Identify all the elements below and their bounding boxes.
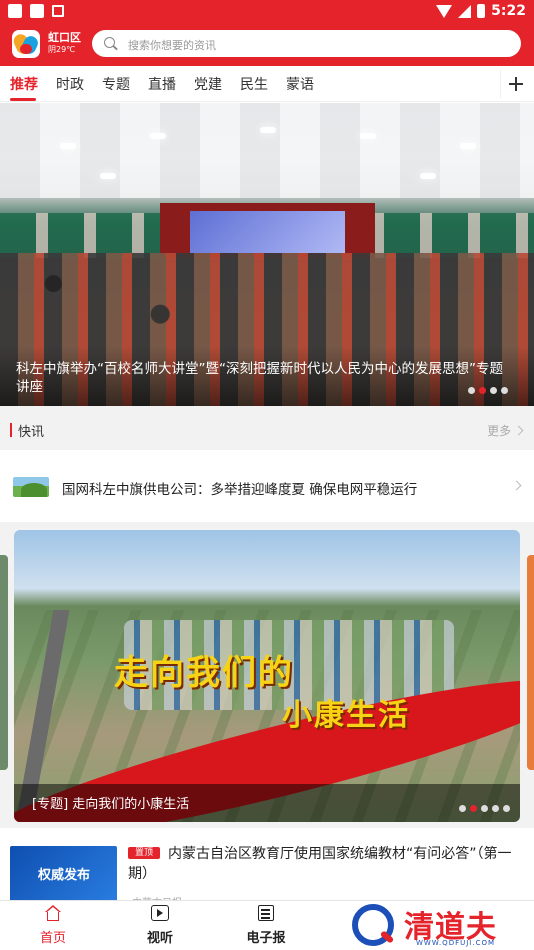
wifi-icon xyxy=(436,4,453,18)
carousel-dot xyxy=(459,805,466,812)
carousel-dot-active xyxy=(470,805,477,812)
search-header: 虹口区 阴29℃ 搜索你想要的资讯 xyxy=(0,26,534,62)
tab-mongolian[interactable]: 蒙语 xyxy=(286,74,314,94)
notification-icon xyxy=(52,5,64,17)
search-input[interactable]: 搜索你想要的资讯 xyxy=(92,30,521,57)
chevron-right-icon xyxy=(511,480,522,491)
tab-topics[interactable]: 专题 xyxy=(102,74,130,94)
watermark-url: WWW.QDFUJI.COM xyxy=(416,939,496,947)
weather-text: 阴29℃ xyxy=(48,45,76,54)
flash-news-item[interactable]: 国网科左中旗供电公司：多举措迎峰度夏 确保电网平稳运行 xyxy=(0,450,534,522)
carousel-dots xyxy=(468,387,508,394)
tab-live[interactable]: 直播 xyxy=(148,74,176,94)
notification-icon xyxy=(8,4,22,18)
prev-banner-card[interactable] xyxy=(0,555,8,770)
feature-banner[interactable]: 走向我们的 小康生活 [专题] 走向我们的小康生活 xyxy=(14,530,520,822)
status-time: 5:22 xyxy=(491,3,526,19)
channel-tabs: 推荐 时政 专题 直播 党建 民生 蒙语 xyxy=(0,66,534,102)
hero-caption: 科左中旗举办“百校名师大讲堂”暨“深刻把握新时代以人民为中心的发展思想”专题讲座 xyxy=(16,361,503,395)
tab-livelihood[interactable]: 民生 xyxy=(240,74,268,94)
landscape-thumbnail xyxy=(13,477,49,497)
location-name: 虹口区 xyxy=(48,31,81,44)
tab-party[interactable]: 党建 xyxy=(194,74,222,94)
status-right: 5:22 xyxy=(436,1,526,21)
hero-carousel[interactable]: 科左中旗举办“百校名师大讲堂”暨“深刻把握新时代以人民为中心的发展思想”专题讲座 xyxy=(0,103,534,406)
banner-slogan: 小康生活 xyxy=(282,698,410,733)
next-banner-card[interactable] xyxy=(527,555,534,770)
search-icon xyxy=(104,37,115,48)
active-tab-indicator xyxy=(10,98,36,101)
signal-icon xyxy=(458,4,472,18)
watermark-logo: 清道夫 WWW.QDFUJI.COM xyxy=(352,902,527,948)
flash-news-title: 快讯 xyxy=(18,425,45,440)
flash-news-text: 国网科左中旗供电公司：多举措迎峰度夏 确保电网平稳运行 xyxy=(62,482,418,498)
nav-epaper[interactable]: 电子报 xyxy=(226,905,306,946)
nav-home[interactable]: 首页 xyxy=(13,905,93,946)
news-title: 内蒙古自治区教育厅使用国家统编教材“有问必答”（第一期） xyxy=(128,846,512,882)
battery-icon xyxy=(477,4,486,18)
banner-slogan: 走向我们的 xyxy=(114,653,294,693)
carousel-dot xyxy=(492,805,499,812)
thumbnail-text: 权威发布 xyxy=(38,868,91,883)
news-item[interactable]: 权威发布 置顶 内蒙古自治区教育厅使用国家统编教材“有问必答”（第一期） 内蒙古… xyxy=(0,828,534,909)
tab-recommend[interactable]: 推荐 xyxy=(10,74,38,94)
search-placeholder: 搜索你想要的资讯 xyxy=(128,39,216,52)
carousel-dot xyxy=(468,387,475,394)
location-weather[interactable]: 虹口区 阴29℃ xyxy=(48,31,81,56)
stage-screen xyxy=(190,211,345,253)
chevron-right-icon xyxy=(513,425,524,436)
app-header: 5:22 虹口区 阴29℃ 搜索你想要的资讯 xyxy=(0,0,534,66)
carousel-dot xyxy=(481,805,488,812)
video-icon xyxy=(151,905,169,921)
status-bar: 5:22 xyxy=(0,0,534,22)
carousel-dot xyxy=(490,387,497,394)
notification-icon xyxy=(30,4,44,18)
watermark-q-icon xyxy=(352,904,394,946)
flash-news-header: 快讯 更多 xyxy=(0,406,534,450)
add-channel-icon[interactable] xyxy=(500,70,528,98)
home-icon xyxy=(44,905,62,921)
tab-politics[interactable]: 时政 xyxy=(56,74,84,94)
carousel-dot-active xyxy=(479,387,486,394)
newspaper-icon xyxy=(258,905,274,921)
carousel-dot xyxy=(503,805,510,812)
banner-caption: [专题] 走向我们的小康生活 xyxy=(32,797,190,812)
banner-dots xyxy=(459,805,510,812)
app-logo-icon[interactable] xyxy=(12,30,40,58)
carousel-dot xyxy=(501,387,508,394)
news-thumbnail: 权威发布 xyxy=(10,846,117,904)
nav-video[interactable]: 视听 xyxy=(120,905,200,946)
more-link[interactable]: 更多 xyxy=(487,422,524,439)
